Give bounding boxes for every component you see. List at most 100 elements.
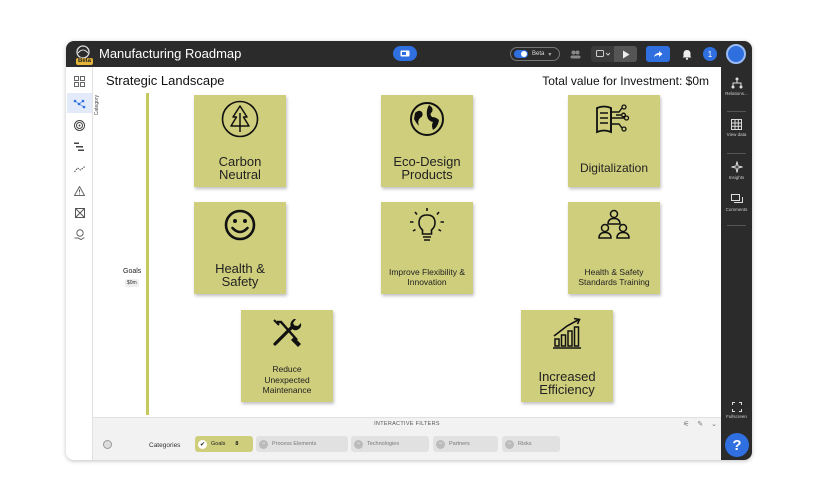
sidebar-item-overview[interactable] xyxy=(67,71,92,91)
globe-icon xyxy=(410,102,444,136)
canvas-mode-button[interactable] xyxy=(393,46,417,61)
smiley-icon xyxy=(224,209,256,241)
filter-row-radio[interactable] xyxy=(103,440,112,449)
trend-line-icon xyxy=(73,165,86,173)
toggle-switch-icon xyxy=(514,50,528,58)
app-title: Manufacturing Roadmap xyxy=(99,46,242,61)
minus-icon: − xyxy=(436,439,445,449)
team-icon xyxy=(598,209,630,239)
category-axis-label: Category xyxy=(94,95,100,116)
canvas-area: Strategic Landscape Total value for Inve… xyxy=(93,67,721,460)
share-arrow-icon xyxy=(654,51,663,57)
minus-icon: − xyxy=(354,439,363,449)
goal-tile-digitalization[interactable]: Digitalization xyxy=(568,95,660,187)
filter-chip-risks[interactable]: − Risks xyxy=(502,436,560,452)
collaborators-button[interactable] xyxy=(568,46,582,62)
goal-tile-carbon-neutral[interactable]: Carbon Neutral xyxy=(194,95,286,187)
sliders-icon[interactable]: ⚟ xyxy=(683,420,689,428)
fullscreen-label: Fullscreen xyxy=(726,414,747,419)
gantt-icon xyxy=(74,142,84,151)
sidebar-item-roadmap[interactable] xyxy=(67,137,92,157)
hierarchy-icon xyxy=(731,77,742,89)
beta-toggle-label: Beta xyxy=(532,51,545,57)
goal-tile-increased-efficiency[interactable]: Increased Efficiency xyxy=(521,310,613,402)
comments-icon xyxy=(730,194,743,203)
check-icon: ✔ xyxy=(198,439,207,449)
goal-tile-improve-flexibility[interactable]: Improve Flexibility & Innovation xyxy=(381,202,473,294)
warning-icon xyxy=(74,186,85,196)
divider xyxy=(727,225,746,226)
comments-button[interactable]: Comments xyxy=(721,194,752,212)
goal-tile-reduce-maintenance[interactable]: Reduce Unexpected Maintenance xyxy=(241,310,333,402)
money-hand-icon xyxy=(74,229,85,241)
relations-label: Relations... xyxy=(725,91,748,96)
chip-label: Risks xyxy=(518,441,532,447)
view-data-label: View data xyxy=(726,132,747,137)
sidebar-item-landscape[interactable] xyxy=(67,93,92,113)
fullscreen-button[interactable]: Fullscreen xyxy=(721,402,752,419)
growth-chart-icon xyxy=(553,317,581,349)
filters-tools: ⚟ ✎ ⌄ xyxy=(683,420,717,428)
tile-label: Increased Efficiency xyxy=(538,368,596,398)
help-button[interactable]: ? xyxy=(725,433,749,457)
sidebar-item-finance[interactable] xyxy=(67,225,92,245)
tools-icon xyxy=(273,319,302,347)
filter-chip-process-elements[interactable]: − Process Elements xyxy=(256,436,348,452)
comments-label: Comments xyxy=(725,207,748,212)
tile-label: Digitalization xyxy=(579,161,649,176)
chip-label: Partners xyxy=(449,441,470,447)
filter-chip-partners[interactable]: − Partners xyxy=(433,436,498,452)
filter-chip-goals[interactable]: ✔ Goals 8 xyxy=(195,436,253,452)
relations-button[interactable]: Relations... xyxy=(721,77,752,96)
share-button[interactable] xyxy=(646,46,670,62)
goal-tile-eco-design-products[interactable]: Eco-Design Products xyxy=(381,95,473,187)
present-controls xyxy=(591,46,637,62)
page-title: Strategic Landscape xyxy=(106,73,225,88)
insights-button[interactable]: Insights xyxy=(721,161,752,180)
view-data-button[interactable]: View data xyxy=(721,119,752,137)
present-view-button[interactable] xyxy=(591,46,614,62)
fullscreen-icon xyxy=(731,402,742,412)
pin-icon[interactable]: ✎ xyxy=(697,420,703,428)
grid-icon xyxy=(74,75,85,87)
sidebar-item-trends[interactable] xyxy=(67,159,92,179)
filters-title: INTERACTIVE FILTERS xyxy=(374,421,440,427)
lane-divider xyxy=(146,93,149,415)
notification-count-badge[interactable]: 1 xyxy=(703,47,717,61)
avatar[interactable] xyxy=(726,44,746,64)
play-button[interactable] xyxy=(614,46,637,62)
digital-book-icon xyxy=(596,104,630,134)
sidebar-item-matrix[interactable] xyxy=(67,203,92,223)
chevron-down-icon[interactable]: ⌄ xyxy=(711,420,717,428)
goal-tile-standards-training[interactable]: Health & Safety Standards Training xyxy=(568,202,660,294)
lightbulb-icon xyxy=(410,208,444,241)
tile-label: Improve Flexibility & Innovation xyxy=(388,266,466,287)
tree-icon xyxy=(221,100,259,138)
play-icon xyxy=(622,50,629,58)
title-bar: Beta Manufacturing Roadmap Beta ▾ 1 xyxy=(66,41,752,67)
sidebar-item-targets[interactable] xyxy=(67,115,92,135)
divider xyxy=(727,153,746,154)
sidebar-item-risks[interactable] xyxy=(67,181,92,201)
target-icon xyxy=(74,119,85,131)
presentation-icon xyxy=(400,50,410,56)
goal-tile-health-safety[interactable]: Health & Safety xyxy=(194,202,286,294)
bell-icon xyxy=(682,49,692,60)
categories-label: Categories xyxy=(149,442,181,449)
beta-toggle[interactable]: Beta ▾ xyxy=(510,47,560,61)
interactive-filters-panel: INTERACTIVE FILTERS ⚟ ✎ ⌄ Categories ✔ G… xyxy=(93,417,721,460)
tile-label: Eco-Design Products xyxy=(393,153,461,183)
left-sidebar xyxy=(66,67,93,460)
lane-value-goals: $0m xyxy=(125,279,139,287)
chevron-down-icon: ▾ xyxy=(548,51,552,58)
lane-label-goals: Goals xyxy=(123,268,142,275)
users-icon xyxy=(570,50,580,58)
tile-label: Carbon Neutral xyxy=(218,153,262,183)
tile-label: Health & Safety xyxy=(215,260,265,290)
chip-label: Process Elements xyxy=(272,441,317,447)
notifications-button[interactable] xyxy=(680,46,694,62)
chip-count: 8 xyxy=(235,441,239,447)
right-sidebar: Relations... View data Insights Comments… xyxy=(721,67,752,460)
chip-label: Technologies xyxy=(367,441,400,447)
filter-chip-technologies[interactable]: − Technologies xyxy=(351,436,429,452)
